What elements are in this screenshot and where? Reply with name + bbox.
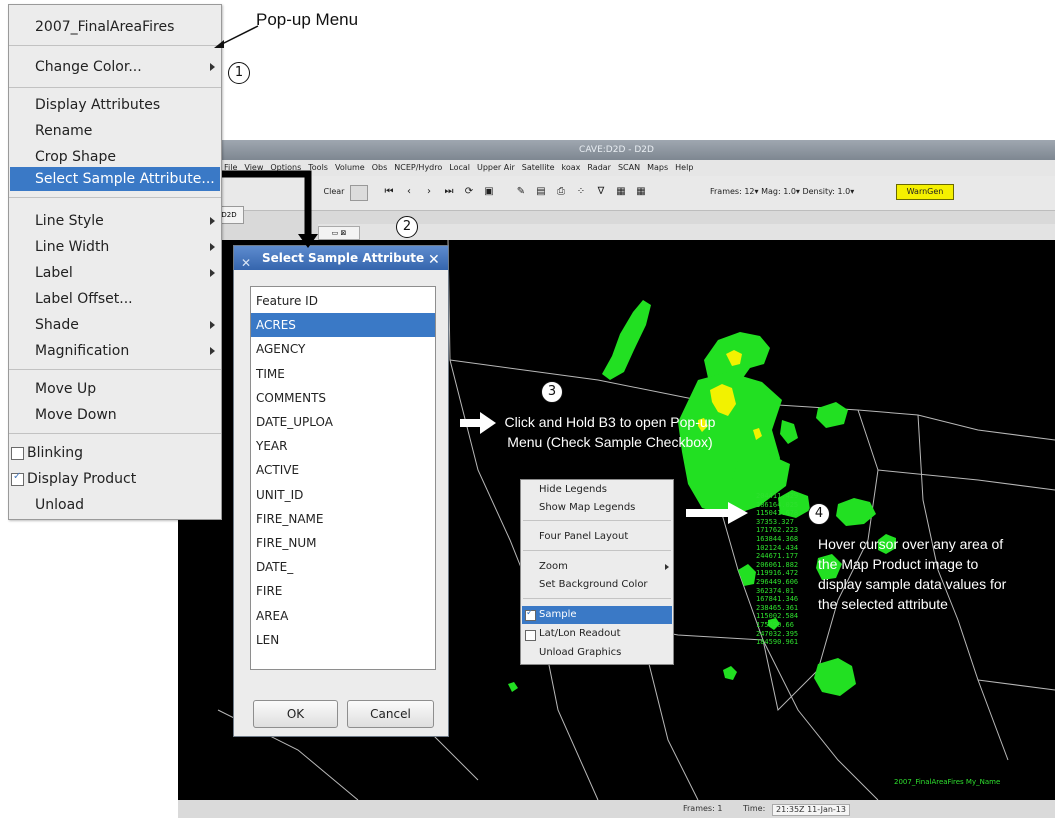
callout-3: 3 [541, 381, 563, 403]
annotation-step4: Hover cursor over any area of the Map Pr… [818, 536, 1007, 612]
arrow3-head [480, 412, 496, 434]
arrow4-shaft [686, 509, 728, 517]
callout-4: 4 [808, 503, 830, 525]
arrow4-head [728, 502, 748, 524]
annotation-arrows [214, 25, 748, 524]
popup-pointer-arrowhead [214, 40, 224, 48]
annotation-step3: Click and Hold B3 to open Pop-up Menu (C… [504, 414, 716, 450]
bent-arrow-head [298, 234, 318, 248]
arrow3-shaft [460, 419, 480, 427]
bent-arrow-line [222, 170, 312, 238]
callout-2: 2 [396, 216, 418, 238]
callout-1: 1 [228, 62, 250, 84]
